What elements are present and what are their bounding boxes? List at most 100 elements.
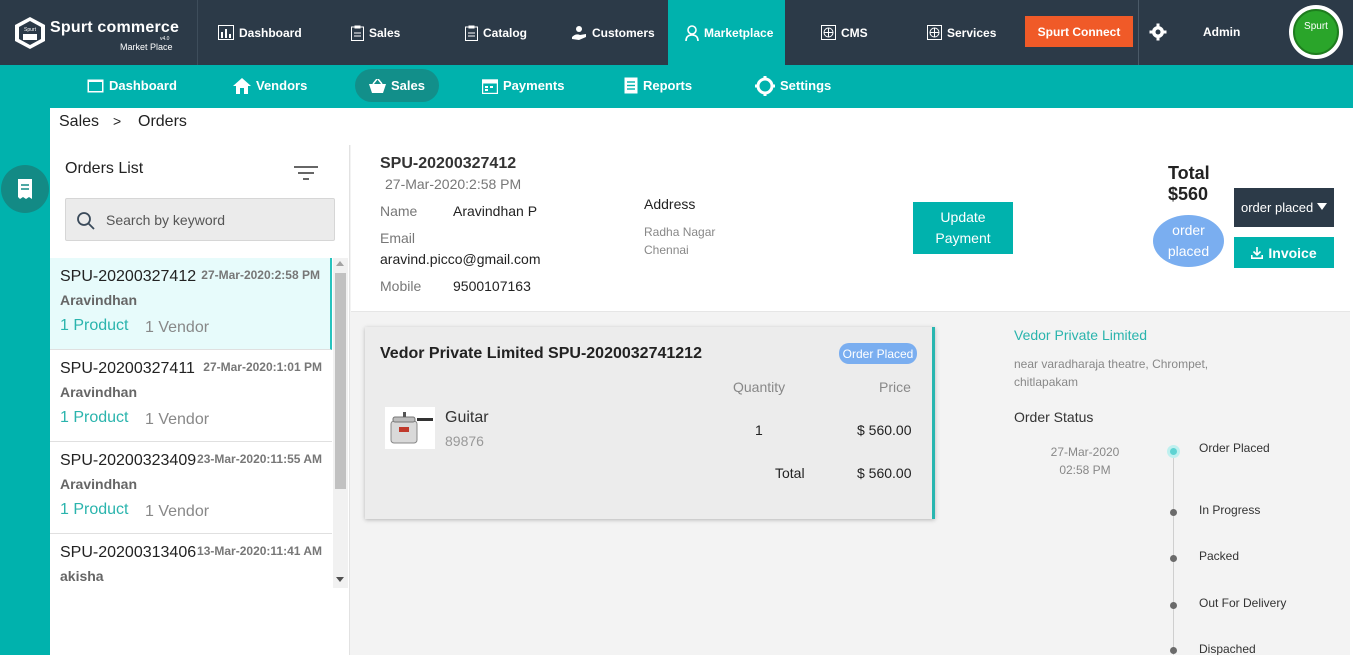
brand-subtitle: Market Place bbox=[120, 42, 173, 52]
basket-icon bbox=[369, 78, 386, 93]
chevron-down-icon bbox=[1317, 203, 1327, 210]
order-id: SPU-20200313406 bbox=[60, 544, 197, 561]
subnav-reports[interactable]: Reports bbox=[616, 69, 700, 102]
order-vendor-count: 1 Vendor bbox=[145, 411, 210, 428]
avatar-image: Spurt bbox=[1293, 9, 1339, 55]
status-timestamp: 27-Mar-2020 02:58 PM bbox=[1030, 443, 1140, 479]
address-line: Radha Nagar bbox=[644, 225, 716, 239]
total-value: $560 bbox=[1168, 184, 1209, 204]
invoice-label: Invoice bbox=[1268, 244, 1317, 261]
brand-logo[interactable]: Spurt Spurt commerce v4.0 Market Place bbox=[0, 0, 198, 65]
gear-icon bbox=[755, 75, 775, 96]
calendar-icon bbox=[482, 78, 498, 94]
gear-icon[interactable] bbox=[1149, 23, 1167, 41]
spurt-connect-button[interactable]: Spurt Connect bbox=[1025, 16, 1133, 47]
left-rail bbox=[0, 108, 50, 655]
timeline-dot bbox=[1170, 509, 1177, 516]
topnav-dashboard[interactable]: Dashboard bbox=[218, 0, 302, 65]
order-id: SPU-20200327412 bbox=[60, 268, 197, 285]
globe-icon bbox=[821, 25, 836, 40]
topnav-customers[interactable]: Customers bbox=[571, 0, 655, 65]
topnav-services[interactable]: Services bbox=[927, 0, 996, 65]
subnav-settings[interactable]: Settings bbox=[747, 69, 839, 102]
hand-icon bbox=[572, 25, 586, 40]
subnav-vendors[interactable]: Vendors bbox=[225, 69, 315, 102]
scroll-down-arrow-icon[interactable] bbox=[336, 577, 344, 582]
scroll-up-arrow-icon[interactable] bbox=[336, 261, 344, 266]
order-product-count: 1 Product bbox=[60, 501, 129, 518]
product-name: Guitar bbox=[445, 409, 489, 426]
timeline-dot bbox=[1170, 647, 1177, 654]
order-status-select[interactable]: order placed bbox=[1234, 188, 1334, 227]
product-price: $ 560.00 bbox=[857, 422, 912, 438]
subnav-sales[interactable]: Sales bbox=[355, 69, 439, 102]
timeline-step: Dispached bbox=[1199, 642, 1256, 655]
monitor-icon bbox=[87, 79, 104, 92]
topnav-label: Marketplace bbox=[704, 25, 774, 40]
order-list-item[interactable]: SPU-20200323409 23-Mar-2020:11:55 AM Ara… bbox=[50, 442, 332, 534]
globe-icon bbox=[927, 25, 942, 40]
receipt-icon bbox=[18, 179, 32, 199]
mobile-label: Mobile bbox=[380, 278, 422, 294]
filter-icon[interactable] bbox=[294, 164, 318, 182]
order-status-title: Order Status bbox=[1014, 409, 1094, 425]
subnav-label: Reports bbox=[643, 78, 693, 93]
topnav-sales[interactable]: Sales bbox=[351, 0, 400, 65]
vendor-name-link[interactable]: Vedor Private Limited bbox=[1014, 327, 1147, 343]
order-id: SPU-20200327411 bbox=[60, 360, 195, 377]
chart-icon bbox=[218, 25, 234, 40]
avatar[interactable]: Spurt bbox=[1289, 5, 1343, 59]
order-id: SPU-20200323409 bbox=[60, 452, 197, 469]
document-icon bbox=[624, 77, 638, 94]
order-date: 13-Mar-2020:11:41 AM bbox=[197, 544, 322, 558]
order-customer: Aravindhan bbox=[60, 292, 138, 308]
detail-order-date: 27-Mar-2020:2:58 PM bbox=[385, 176, 522, 192]
status-date: 27-Mar-2020 bbox=[1050, 445, 1120, 459]
orders-rail-button[interactable] bbox=[1, 165, 49, 213]
orders-list-title: Orders List bbox=[65, 160, 144, 177]
subnav-label: Payments bbox=[503, 78, 565, 93]
clipboard-icon bbox=[351, 25, 364, 41]
vendor-total-label: Total bbox=[775, 465, 805, 481]
logo-badge-icon: Spurt bbox=[15, 17, 45, 49]
breadcrumb-parent[interactable]: Sales bbox=[59, 113, 99, 131]
topnav-catalog[interactable]: Catalog bbox=[465, 0, 527, 65]
order-list-item[interactable]: SPU-20200327411 27-Mar-2020:1:01 PM Arav… bbox=[50, 350, 332, 442]
product-image bbox=[385, 407, 435, 449]
order-status-text: order placed bbox=[1167, 222, 1210, 259]
order-vendor-count: 1 Vendor bbox=[145, 319, 210, 336]
topnav-marketplace[interactable]: Marketplace bbox=[668, 0, 785, 65]
clipboard-icon bbox=[465, 25, 478, 41]
orders-scrollbar-thumb[interactable] bbox=[335, 273, 346, 489]
customer-name: Aravindhan P bbox=[453, 203, 538, 219]
update-payment-button[interactable]: Update Payment bbox=[913, 202, 1013, 254]
order-date: 27-Mar-2020:1:01 PM bbox=[203, 360, 322, 374]
topnav-label: CMS bbox=[841, 25, 868, 40]
detail-order-id: SPU-20200327412 bbox=[380, 155, 517, 172]
order-product-count: 1 Product bbox=[60, 409, 129, 426]
order-customer: Aravindhan bbox=[60, 476, 138, 492]
subnav-payments[interactable]: Payments bbox=[474, 69, 572, 102]
search-input[interactable] bbox=[106, 199, 326, 240]
timeline-step: In Progress bbox=[1199, 503, 1261, 517]
timeline-step: Order Placed bbox=[1199, 441, 1270, 455]
customer-mobile: 9500107163 bbox=[453, 278, 531, 294]
subnav-dashboard[interactable]: Dashboard bbox=[79, 69, 185, 102]
download-icon bbox=[1251, 246, 1264, 259]
order-customer: akisha bbox=[60, 568, 104, 584]
avatar-text: Spurt bbox=[1304, 21, 1328, 32]
brand-name: Spurt commerce bbox=[50, 19, 180, 36]
order-list-item[interactable]: SPU-20200327412 27-Mar-2020:2:58 PM Arav… bbox=[50, 258, 332, 350]
admin-menu[interactable]: Admin bbox=[1203, 25, 1240, 39]
search-box bbox=[65, 198, 335, 241]
vendor-order-card: Vedor Private Limited SPU-2020032741212 … bbox=[365, 327, 935, 519]
vendor-address: near varadharaja theatre, Chrompet, chit… bbox=[1014, 357, 1209, 389]
address-line: Chennai bbox=[644, 243, 689, 257]
topnav-label: Sales bbox=[369, 25, 401, 40]
search-icon bbox=[77, 212, 95, 230]
topnav-cms[interactable]: CMS bbox=[821, 0, 868, 65]
invoice-button[interactable]: Invoice bbox=[1234, 237, 1334, 268]
order-list-item[interactable]: SPU-20200313406 13-Mar-2020:11:41 AM aki… bbox=[50, 534, 332, 588]
name-label: Name bbox=[380, 203, 418, 219]
vendor-order-title: Vedor Private Limited SPU-2020032741212 bbox=[380, 345, 702, 362]
